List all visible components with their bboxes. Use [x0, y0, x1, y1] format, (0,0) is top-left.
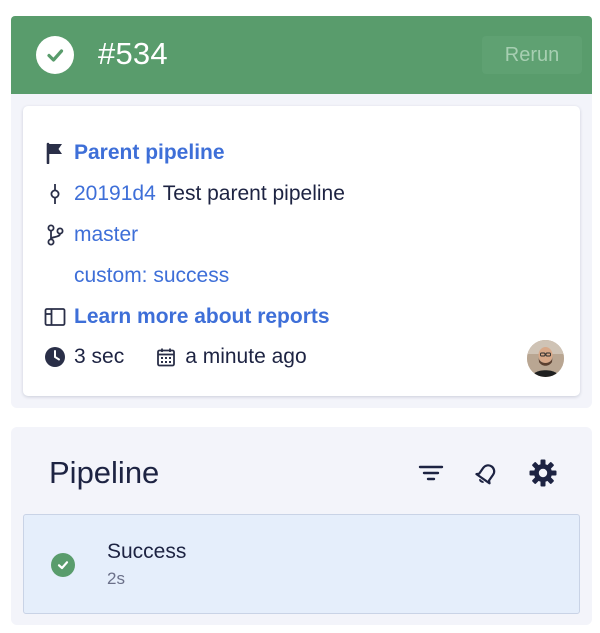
step-name: Success — [107, 540, 187, 563]
reports-row: Learn more about reports — [43, 302, 330, 332]
branch-row: master — [43, 220, 138, 250]
build-number: #534 — [98, 36, 168, 71]
avatar[interactable] — [527, 340, 564, 377]
commit-icon — [43, 182, 67, 206]
success-check-icon — [51, 553, 75, 577]
custom-trigger-row: custom: success — [74, 261, 229, 291]
flag-icon — [43, 141, 67, 165]
rerun-button[interactable]: Rerun — [482, 36, 582, 74]
calendar-icon — [154, 345, 178, 369]
build-info-panel: Parent pipeline 20191d4 Test parent pipe… — [11, 94, 592, 408]
bell-icon[interactable] — [471, 457, 503, 489]
parent-pipeline-row: Parent pipeline — [43, 138, 225, 168]
pipeline-title: Pipeline — [49, 455, 160, 490]
build-info-card: Parent pipeline 20191d4 Test parent pipe… — [23, 106, 580, 396]
filter-icon[interactable] — [415, 457, 447, 489]
build-duration: 3 sec — [74, 345, 125, 368]
gear-icon[interactable] — [527, 457, 559, 489]
commit-message: Test parent pipeline — [162, 182, 345, 205]
reports-icon — [43, 305, 67, 329]
build-header: #534 Rerun — [11, 16, 592, 94]
commit-row: 20191d4 Test parent pipeline — [43, 179, 345, 209]
branch-icon — [43, 223, 67, 247]
parent-pipeline-link[interactable]: Parent pipeline — [74, 141, 225, 165]
success-check-icon — [36, 36, 74, 74]
branch-link[interactable]: master — [74, 223, 138, 247]
pipeline-panel: Pipeline Success 2s — [11, 427, 592, 625]
clock-icon — [43, 345, 67, 369]
build-meta-row: 3 sec a minute ago — [43, 342, 307, 372]
custom-trigger-link[interactable]: custom: success — [74, 264, 229, 288]
build-created-time: a minute ago — [185, 345, 307, 368]
pipeline-step-row[interactable]: Success 2s — [23, 514, 580, 614]
commit-hash-link[interactable]: 20191d4 — [74, 182, 156, 206]
reports-link[interactable]: Learn more about reports — [74, 305, 330, 329]
step-duration: 2s — [107, 569, 125, 588]
